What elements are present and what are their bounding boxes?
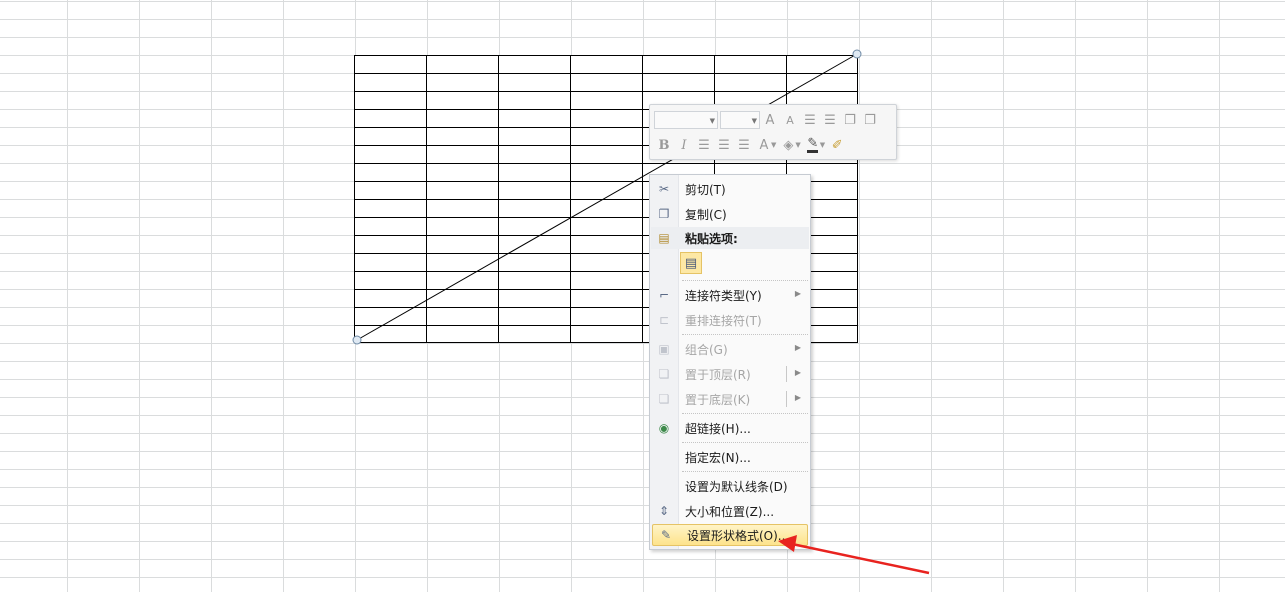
submenu-arrow-icon: ▶ — [794, 289, 801, 298]
send-back-icon: ❏ — [658, 392, 670, 406]
format-painter-button[interactable]: ✐ — [827, 135, 847, 155]
align-justify-button[interactable]: ☰ — [714, 135, 734, 155]
align-right-icon: ☰ — [738, 137, 750, 153]
reroute-icon: ⊏ — [658, 313, 670, 327]
menu-item-set-default-line[interactable]: 设置为默认线条(D) — [651, 475, 809, 497]
send-backward-icon: ❐ — [864, 112, 876, 128]
menu-separator — [682, 334, 808, 335]
font-name-combo[interactable]: ▼ — [654, 111, 718, 129]
bold-button[interactable]: B — [654, 135, 674, 155]
globe-link-icon: ◉ — [658, 421, 670, 435]
mini-toolbar: ▼ ▼ A A ☰ ☰ ❐ ❐ B I ☰ ☰ ☰ A ▼ ◈ ▼ ✎ ▼ ✐ — [649, 104, 897, 160]
align-center-button[interactable]: ☰ — [694, 135, 714, 155]
menu-separator — [682, 413, 808, 414]
connector-icon: ⌐ — [658, 288, 670, 302]
chevron-down-icon[interactable]: ▼ — [820, 141, 825, 149]
menu-header-paste-options: ▤ 粘贴选项: — [651, 227, 809, 249]
increase-indent-button[interactable]: ☰ — [820, 110, 840, 130]
menu-item-assign-macro[interactable]: 指定宏(N)... — [651, 446, 809, 468]
menu-separator — [682, 471, 808, 472]
group-icon: ▣ — [658, 342, 670, 356]
menu-item-size-position[interactable]: ⇕ 大小和位置(Z)... — [651, 500, 809, 522]
menu-item-group: ▣ 组合(G) ▶ — [651, 338, 809, 360]
paste-option-keep-source-button[interactable]: ▤ — [680, 252, 702, 274]
menu-item-send-to-back: ❏ 置于底层(K) ▶ — [651, 388, 809, 410]
menu-item-format-shape[interactable]: ✎ 设置形状格式(O)... — [652, 524, 808, 546]
font-size-combo[interactable]: ▼ — [720, 111, 760, 129]
chevron-down-icon[interactable]: ▼ — [795, 141, 800, 149]
paint-bucket-icon: ◈ — [783, 137, 794, 153]
size-position-icon: ⇕ — [658, 504, 670, 518]
menu-item-bring-to-front: ❏ 置于顶层(R) ▶ — [651, 363, 809, 385]
copy-icon: ❐ — [658, 207, 670, 221]
context-menu: ✂ 剪切(T) ❐ 复制(C) ▤ 粘贴选项: ⌐ 连接符类型(Y) ▶ ⊏ 重… — [649, 174, 811, 550]
format-painter-icon: ✐ — [831, 137, 843, 153]
chevron-down-icon[interactable]: ▼ — [771, 141, 776, 149]
clipboard-icon: ▤ — [658, 231, 670, 245]
align-justify-icon: ☰ — [718, 137, 730, 153]
menu-item-hyperlink[interactable]: ◉ 超链接(H)... — [651, 417, 809, 439]
shrink-font-button[interactable]: A — [780, 110, 800, 130]
send-backward-button[interactable]: ❐ — [860, 110, 880, 130]
chevron-down-icon: ▼ — [751, 117, 757, 125]
shrink-font-icon: A — [786, 113, 794, 127]
pen-icon: ✎ — [807, 135, 819, 153]
align-center-icon: ☰ — [698, 137, 710, 153]
submenu-arrow-icon: ▶ — [794, 343, 801, 352]
scissors-icon: ✂ — [658, 182, 670, 196]
decrease-indent-icon: ☰ — [804, 112, 816, 128]
bring-forward-button[interactable]: ❐ — [840, 110, 860, 130]
submenu-arrow-icon: ▶ — [794, 368, 801, 377]
font-color-icon: A — [759, 137, 769, 153]
menu-item-connector-type[interactable]: ⌐ 连接符类型(Y) ▶ — [651, 284, 809, 306]
menu-item-cut[interactable]: ✂ 剪切(T) — [651, 178, 809, 200]
split-divider — [786, 366, 787, 382]
chevron-down-icon: ▼ — [709, 117, 715, 125]
format-shape-icon: ✎ — [660, 528, 672, 542]
bring-front-icon: ❏ — [658, 367, 670, 381]
menu-item-reroute-connectors: ⊏ 重排连接符(T) — [651, 309, 809, 331]
submenu-arrow-icon: ▶ — [794, 393, 801, 402]
italic-icon: I — [681, 137, 687, 153]
bring-forward-icon: ❐ — [844, 112, 856, 128]
menu-separator — [682, 280, 808, 281]
decrease-indent-button[interactable]: ☰ — [800, 110, 820, 130]
menu-item-copy[interactable]: ❐ 复制(C) — [651, 203, 809, 225]
increase-indent-icon: ☰ — [824, 112, 836, 128]
italic-button[interactable]: I — [674, 135, 694, 155]
align-right-button[interactable]: ☰ — [734, 135, 754, 155]
paste-document-icon: ▤ — [684, 255, 698, 271]
grow-font-button[interactable]: A — [760, 110, 780, 130]
menu-separator — [682, 442, 808, 443]
grow-font-icon: A — [765, 112, 775, 128]
bold-icon: B — [658, 137, 670, 153]
split-divider — [786, 391, 787, 407]
